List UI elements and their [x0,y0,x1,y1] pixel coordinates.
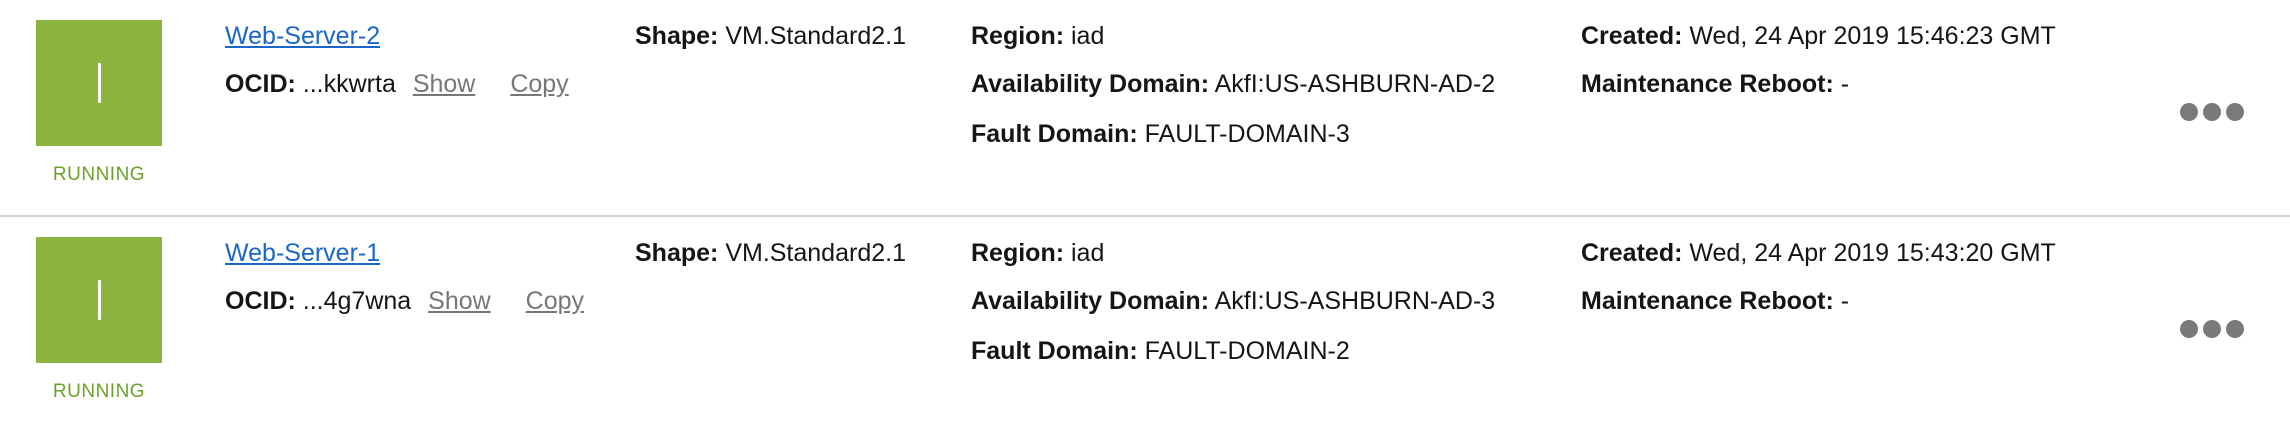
region-field: Region: iad [971,239,1104,268]
maintenance-reboot-label: Maintenance Reboot: [1581,70,1834,98]
menu-dot [2226,320,2244,338]
menu-dot [2203,320,2221,338]
more-actions-icon[interactable] [2180,317,2244,341]
availability-domain-label: Availability Domain: [971,287,1210,315]
fault-domain-value: FAULT-DOMAIN-3 [1144,120,1350,148]
created-field: Created: Wed, 24 Apr 2019 15:43:20 GMT [1581,239,2056,268]
created-label: Created: [1581,22,1683,50]
ocid-line: OCID: ...4g7wna Show Copy [225,287,584,316]
availability-domain-label: Availability Domain: [971,70,1210,98]
ocid-label: OCID: [225,287,296,315]
region-label: Region: [971,239,1065,267]
instance-name-link[interactable]: Web-Server-1 [225,239,380,268]
shape-value: VM.Standard2.1 [725,22,906,50]
instance-row: RUNNING Web-Server-2 OCID: ...kkwrta Sho… [0,0,2290,217]
ocid-show-link[interactable]: Show [428,287,491,315]
region-label: Region: [971,22,1065,50]
fault-domain-field: Fault Domain: FAULT-DOMAIN-2 [971,337,1350,366]
maintenance-reboot-value: - [1840,287,1850,315]
status-badge: RUNNING [52,381,146,402]
maintenance-reboot-value: - [1840,70,1850,98]
created-field: Created: Wed, 24 Apr 2019 15:46:23 GMT [1581,22,2056,51]
menu-dot [2203,103,2221,121]
ocid-copy-link[interactable]: Copy [510,70,568,98]
created-value: Wed, 24 Apr 2019 15:43:20 GMT [1689,239,2056,267]
instance-list: RUNNING Web-Server-2 OCID: ...kkwrta Sho… [0,0,2290,436]
status-glyph [97,63,101,103]
status-badge: RUNNING [52,164,146,185]
menu-dot [2180,103,2198,121]
maintenance-reboot-label: Maintenance Reboot: [1581,287,1834,315]
ocid-show-link[interactable]: Show [413,70,476,98]
ocid-copy-link[interactable]: Copy [526,287,584,315]
created-label: Created: [1581,239,1683,267]
shape-label: Shape: [635,22,719,50]
availability-domain-field: Availability Domain: AkfI:US-ASHBURN-AD-… [971,287,1495,316]
fault-domain-label: Fault Domain: [971,120,1138,148]
availability-domain-value: AkfI:US-ASHBURN-AD-3 [1214,287,1496,315]
region-field: Region: iad [971,22,1104,51]
instance-row: RUNNING Web-Server-1 OCID: ...4g7wna Sho… [0,217,2290,434]
ocid-value: ...kkwrta [302,70,396,98]
availability-domain-value: AkfI:US-ASHBURN-AD-2 [1214,70,1496,98]
menu-dot [2180,320,2198,338]
menu-dot [2226,103,2244,121]
instance-name-link[interactable]: Web-Server-2 [225,22,380,51]
maintenance-reboot-field: Maintenance Reboot: - [1581,70,1849,99]
ocid-value: ...4g7wna [302,287,412,315]
instance-running-icon [36,20,162,146]
shape-label: Shape: [635,239,719,267]
fault-domain-label: Fault Domain: [971,337,1138,365]
region-value: iad [1071,239,1105,267]
ocid-label: OCID: [225,70,296,98]
availability-domain-field: Availability Domain: AkfI:US-ASHBURN-AD-… [971,70,1495,99]
shape-field: Shape: VM.Standard2.1 [635,22,906,51]
region-value: iad [1071,22,1105,50]
ocid-line: OCID: ...kkwrta Show Copy [225,70,569,99]
shape-value: VM.Standard2.1 [725,239,906,267]
created-value: Wed, 24 Apr 2019 15:46:23 GMT [1689,22,2056,50]
shape-field: Shape: VM.Standard2.1 [635,239,906,268]
status-glyph [97,280,101,320]
fault-domain-field: Fault Domain: FAULT-DOMAIN-3 [971,120,1350,149]
maintenance-reboot-field: Maintenance Reboot: - [1581,287,1849,316]
instance-running-icon [36,237,162,363]
more-actions-icon[interactable] [2180,100,2244,124]
fault-domain-value: FAULT-DOMAIN-2 [1144,337,1350,365]
